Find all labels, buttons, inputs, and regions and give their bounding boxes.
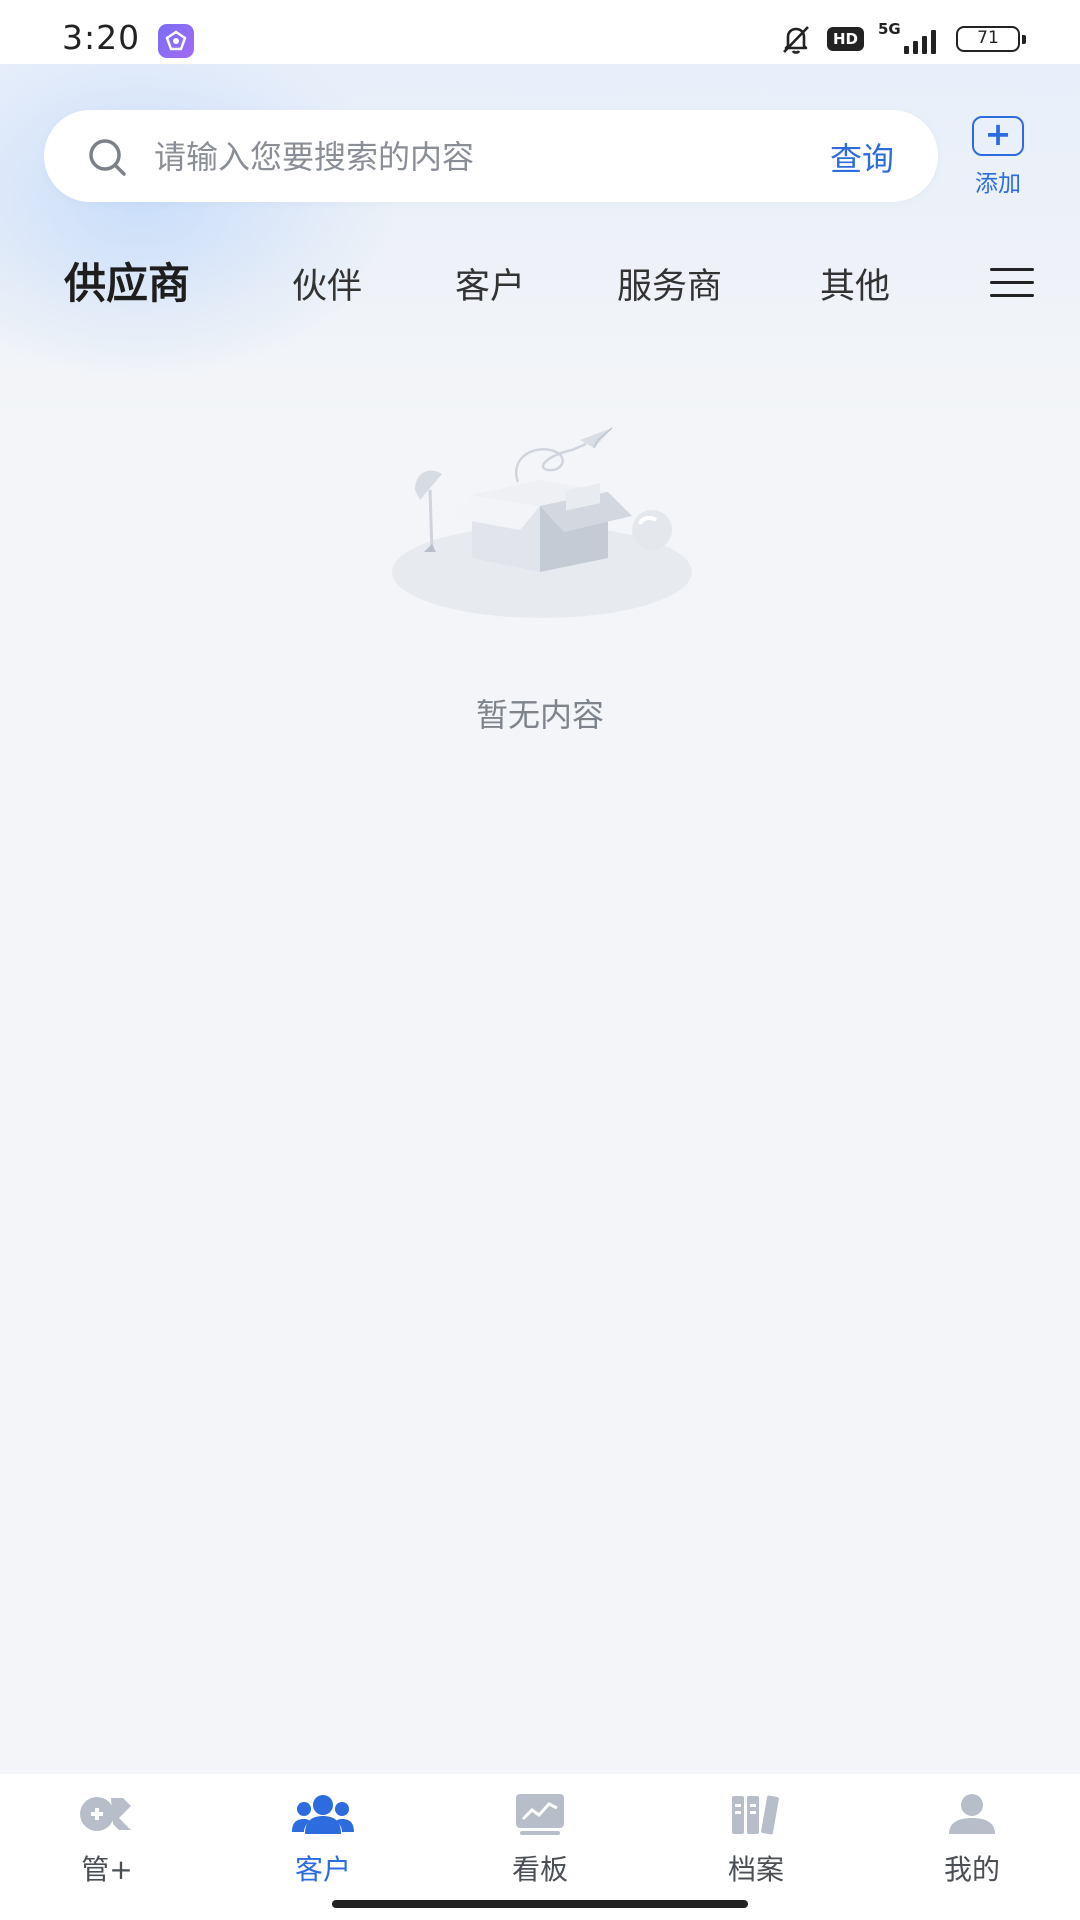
menu-icon[interactable] [990,268,1034,302]
manage-plus-icon [80,1797,131,1831]
tab-others[interactable]: 其他 [820,258,890,309]
nav-label-profile: 我的 [943,1853,1000,1886]
network-type: 5G [878,20,901,38]
query-button[interactable]: 查询 [830,134,894,180]
page: 3:20 HD 5G 71 查询 + 添加 [0,0,1080,1920]
nav-item-profile[interactable]: 我的 [897,1788,1047,1888]
search-input[interactable] [152,130,756,184]
nav-label-dashboard: 看板 [511,1853,568,1886]
customers-icon [292,1795,354,1834]
profile-icon [949,1794,995,1834]
dashboard-icon [516,1794,564,1835]
nav-item-archive[interactable]: 档案 [681,1788,831,1888]
empty-state-message: 暂无内容 [475,696,604,734]
bottom-nav: 管+ 客户 看板 档案 我的 [0,1774,1080,1920]
add-label: 添加 [975,171,1021,197]
category-tabs: 供应商 伙伴 客户 服务商 其他 [0,250,1080,320]
app-notification-icon [158,24,194,58]
search-icon [89,139,126,176]
battery-icon: 71 [956,26,1026,52]
system-icons: HD 5G 71 [779,20,1026,58]
nav-label-customers: 客户 [294,1853,351,1886]
nav-item-customers[interactable]: 客户 [248,1788,398,1888]
status-bar: 3:20 HD 5G 71 [0,0,1080,64]
nav-label-manage: 管+ [81,1853,133,1886]
home-indicator[interactable] [332,1900,748,1908]
empty-box-illustration [392,427,692,618]
status-time: 3:20 [62,18,141,57]
nav-item-manage[interactable]: 管+ [32,1788,182,1888]
search-bar: 查询 [44,110,938,202]
tab-service-providers[interactable]: 服务商 [617,258,722,309]
tab-customers[interactable]: 客户 [455,258,525,309]
plus-icon: + [972,116,1024,156]
hd-badge: HD [826,27,864,51]
archive-icon [732,1795,779,1835]
tab-partners[interactable]: 伙伴 [292,258,362,309]
nav-label-archive: 档案 [727,1853,784,1886]
add-button[interactable]: + 添加 [960,116,1036,197]
bell-muted-icon [783,26,809,54]
nav-item-dashboard[interactable]: 看板 [465,1788,615,1888]
tab-suppliers[interactable]: 供应商 [64,250,190,311]
signal-icon: 5G [878,20,942,56]
